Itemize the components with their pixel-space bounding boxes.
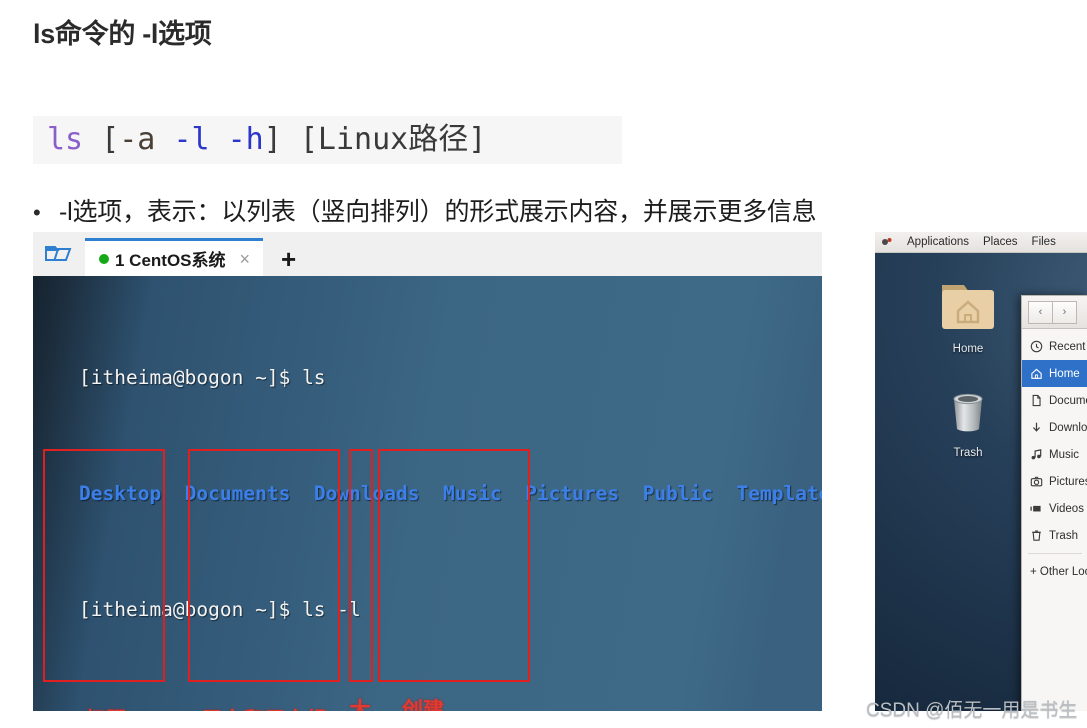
new-tab-button[interactable]: + (281, 246, 296, 272)
music-note-icon (1031, 449, 1042, 460)
code-option-a: -a (119, 122, 156, 157)
gnome-menu-files[interactable]: Files (1032, 236, 1056, 248)
sidebar-item-other-locations[interactable]: + Other Locations (1022, 558, 1087, 585)
download-arrow-icon (1032, 422, 1041, 432)
sidebar-item-documents-label: Documents (1049, 394, 1087, 407)
file-manager-sidebar: Recent Home Documents (1022, 329, 1087, 711)
gnome-desktop-area[interactable]: Home Trash ‹ › Recent Home Docum Downlo … (875, 253, 1087, 711)
code-space-2 (210, 122, 228, 157)
code-command: ls (47, 122, 84, 157)
sidebar-item-trash[interactable]: Trash (1022, 522, 1087, 549)
film-icon (1030, 505, 1041, 512)
annotation-mtime: 创建时间 (402, 698, 444, 711)
terminal-line-dirlist: Desktop Documents Downloads Music Pictur… (33, 479, 822, 508)
sidebar-item-music[interactable]: Music (1022, 441, 1087, 468)
file-manager-window: ‹ › Recent Home Docum Downlo Music Pictu… (1021, 295, 1087, 711)
bullet-marker: • (33, 200, 41, 225)
code-open-bracket: [ (83, 122, 120, 157)
dir-desktop: Desktop (79, 482, 162, 505)
terminal-window: 1 CentOS系统 × + [itheima@bogon ~]$ ls Des… (33, 232, 822, 711)
code-space-1 (155, 122, 173, 157)
annotation-permissions: 权限 (67, 708, 145, 711)
sidebar-item-pictures[interactable]: Pictures (1022, 468, 1087, 495)
gnome-menu-places[interactable]: Places (983, 236, 1018, 248)
gnome-desktop-screenshot: Applications Places Files Home Trash ‹ ›… (875, 232, 1087, 711)
green-status-dot-icon (99, 253, 109, 264)
desktop-icon-home-label: Home (952, 343, 984, 355)
open-folder-button[interactable] (33, 232, 85, 276)
dir-templates: Templates (736, 482, 822, 505)
desktop-icon-trash[interactable]: Trash (923, 383, 1013, 459)
sidebar-item-trash-label: Trash (1049, 529, 1078, 542)
home-folder-icon (942, 285, 994, 329)
desktop-icon-trash-label: Trash (953, 447, 983, 459)
terminal-line-prompt-ls: [itheima@bogon ~]$ ls (33, 363, 822, 392)
sidebar-item-pictures-label: Pictures (1049, 475, 1087, 488)
code-option-h: -h (227, 122, 264, 157)
close-icon[interactable]: × (240, 250, 251, 268)
folder-open-icon (45, 246, 72, 261)
camera-icon (1030, 476, 1043, 487)
dir-documents: Documents (184, 482, 291, 505)
terminal-output-area[interactable]: [itheima@bogon ~]$ ls Desktop Documents … (33, 276, 822, 711)
desktop-icon-home[interactable]: Home (923, 279, 1013, 355)
dir-pictures: Pictures (525, 482, 620, 505)
terminal-line-prompt-ls-l: [itheima@bogon ~]$ ls -l (33, 595, 822, 624)
prompt-2: [itheima@bogon ~]$ (79, 598, 291, 621)
gnome-menu-applications[interactable]: Applications (907, 236, 969, 248)
activities-icon (882, 238, 892, 245)
bullet-label: -l选项，表示：以列表（竖向排列）的形式展示内容，并展示更多信息 (59, 198, 817, 226)
clock-icon (1030, 340, 1043, 353)
nav-button-group: ‹ › (1028, 300, 1077, 324)
page-title: ls命令的 -l选项 (33, 19, 212, 49)
code-option-l: -l (173, 122, 210, 157)
command-1: ls (290, 366, 326, 389)
code-close-bracket: ] (263, 122, 282, 157)
code-block: ls [-a -l -h] [Linux路径] (33, 116, 622, 164)
annotation-size: 大小 (349, 698, 371, 711)
sidebar-item-music-label: Music (1049, 448, 1080, 461)
terminal-text: [itheima@bogon ~]$ ls Desktop Documents … (33, 276, 822, 711)
house-icon (1031, 368, 1042, 379)
sidebar-item-recent-label: Recent (1049, 340, 1086, 353)
forward-button[interactable]: › (1053, 300, 1077, 324)
sidebar-item-downloads[interactable]: Downloads (1022, 414, 1087, 441)
sidebar-item-home-label: Home (1049, 367, 1080, 380)
gnome-top-bar: Applications Places Files (875, 232, 1087, 253)
code-syntax-line: ls [-a -l -h] [Linux路径] (47, 125, 486, 155)
command-2: ls -l (290, 598, 361, 621)
dir-music: Music (442, 482, 502, 505)
code-path-placeholder: [Linux路径] (281, 122, 487, 157)
document-icon (1032, 394, 1041, 407)
annotation-owner-group: 用户和用户组 (185, 708, 343, 711)
sidebar-divider (1028, 553, 1082, 554)
sidebar-item-videos[interactable]: Videos (1022, 495, 1087, 522)
terminal-tab-bar: 1 CentOS系统 × + (33, 232, 822, 276)
dir-downloads: Downloads (313, 482, 420, 505)
dir-public: Public (642, 482, 714, 505)
sidebar-item-downloads-label: Downloads (1049, 421, 1087, 434)
trash-icon (1032, 530, 1041, 541)
sidebar-item-documents[interactable]: Documents (1022, 387, 1087, 414)
watermark: CSDN @佰无一用是书生 (866, 700, 1078, 721)
sidebar-item-home[interactable]: Home (1022, 360, 1087, 387)
prompt-1: [itheima@bogon ~]$ (79, 366, 291, 389)
sidebar-item-recent[interactable]: Recent (1022, 333, 1087, 360)
file-manager-header: ‹ › (1022, 296, 1087, 329)
terminal-tab-label: 1 CentOS系统 (115, 251, 226, 270)
trash-can-icon (953, 393, 983, 432)
bullet-item: • -l选项，表示：以列表（竖向排列）的形式展示内容，并展示更多信息 (33, 192, 817, 228)
terminal-tab[interactable]: 1 CentOS系统 × (85, 238, 263, 276)
back-button[interactable]: ‹ (1028, 300, 1053, 324)
sidebar-item-videos-label: Videos (1049, 502, 1084, 515)
